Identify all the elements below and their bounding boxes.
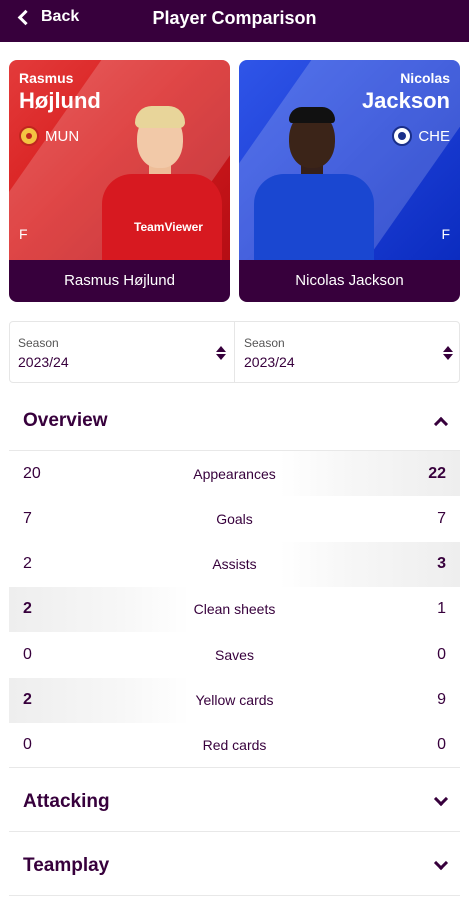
stat-left-value: 2 xyxy=(23,555,32,573)
top-bar: Back Player Comparison xyxy=(0,0,469,42)
section-title: Attacking xyxy=(23,791,110,812)
stat-left-value: 0 xyxy=(23,645,32,663)
player-club: MUN xyxy=(19,126,79,146)
divider xyxy=(9,831,460,832)
stat-name: Appearances xyxy=(193,465,276,482)
section-teamplay-header[interactable]: Teamplay xyxy=(9,837,460,895)
stat-row: 7 Goals 7 xyxy=(9,496,460,541)
player-last-name: Højlund xyxy=(19,88,101,113)
manchester-united-crest-icon xyxy=(19,126,39,146)
stat-row: 0 Saves 0 xyxy=(9,632,460,677)
stat-right-value: 7 xyxy=(437,509,446,527)
section-title: Teamplay xyxy=(23,855,110,876)
player-card-left[interactable]: Rasmus Højlund MUN F Rasmus Højlund xyxy=(9,60,230,302)
club-code: MUN xyxy=(45,127,80,145)
stat-right-value: 1 xyxy=(437,600,446,618)
sort-arrows-icon xyxy=(443,346,453,360)
stat-name: Saves xyxy=(215,646,254,663)
season-select-left[interactable]: Season 2023/24 xyxy=(10,322,235,382)
section-overview-header[interactable]: Overview xyxy=(9,392,460,450)
player-first-name: Rasmus xyxy=(19,70,74,86)
stat-name: Clean sheets xyxy=(193,601,276,618)
player-club: CHE xyxy=(392,126,450,146)
chelsea-crest-icon xyxy=(392,126,413,146)
chevron-down-icon xyxy=(433,855,449,871)
stat-row: 0 Red cards 0 xyxy=(9,723,460,768)
player-position: F xyxy=(441,226,450,242)
player-card-right[interactable]: Nicolas Jackson CHE F Nicolas Jackson xyxy=(239,60,460,302)
stat-left-value: 2 xyxy=(23,691,32,708)
sort-arrows-icon xyxy=(216,346,226,360)
stat-row: 20 Appearances 22 xyxy=(9,451,460,496)
stat-name: Red cards xyxy=(202,737,267,754)
stat-right-value: 3 xyxy=(437,555,446,573)
player-image xyxy=(249,107,374,264)
player-image xyxy=(97,106,222,264)
player-photo-right: Nicolas Jackson CHE F xyxy=(239,60,460,302)
stat-row: 2 Clean sheets 1 xyxy=(9,586,460,632)
chevron-up-icon xyxy=(433,416,449,432)
season-label: Season xyxy=(244,336,285,350)
player-last-name: Jackson xyxy=(361,88,450,113)
season-label: Season xyxy=(18,336,59,350)
section-attacking-header[interactable]: Attacking xyxy=(9,773,460,831)
stat-name: Goals xyxy=(216,510,253,527)
stat-name: Assists xyxy=(212,556,257,573)
season-select-right[interactable]: Season 2023/24 xyxy=(236,322,461,382)
stat-left-value: 2 xyxy=(23,600,32,618)
stat-right-value: 22 xyxy=(428,464,446,482)
player-first-name: Nicolas xyxy=(400,70,450,86)
stat-name: Yellow cards xyxy=(195,692,274,708)
stat-right-value: 9 xyxy=(437,691,446,708)
club-code: CHE xyxy=(418,127,450,145)
player-photo-left: Rasmus Højlund MUN F xyxy=(9,60,230,302)
season-selectors: Season 2023/24 Season 2023/24 xyxy=(9,321,460,383)
chevron-down-icon xyxy=(433,791,449,807)
stat-left-value: 7 xyxy=(23,509,32,527)
stat-right-value: 0 xyxy=(437,736,446,754)
season-value: 2023/24 xyxy=(244,354,295,370)
divider xyxy=(9,767,460,768)
stat-row: 2 Yellow cards 9 xyxy=(9,677,460,723)
divider xyxy=(9,895,460,896)
stat-right-value: 0 xyxy=(437,645,446,663)
stat-row: 2 Assists 3 xyxy=(9,541,460,587)
stat-left-value: 20 xyxy=(23,464,41,482)
section-title: Overview xyxy=(23,410,108,431)
player-name-bar: Nicolas Jackson xyxy=(239,260,460,302)
page-title: Player Comparison xyxy=(152,8,317,28)
player-position: F xyxy=(19,226,28,242)
season-value: 2023/24 xyxy=(18,354,69,370)
player-name-bar: Rasmus Højlund xyxy=(9,260,230,302)
stat-left-value: 0 xyxy=(23,736,32,754)
